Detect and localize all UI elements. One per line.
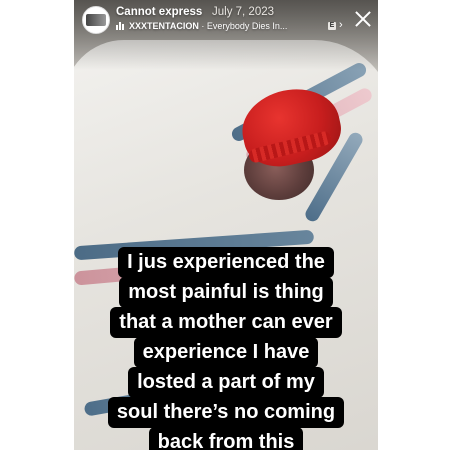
story-date: July 7, 2023 bbox=[212, 6, 275, 18]
avatar-image bbox=[86, 14, 106, 26]
caption-line: soul there’s no coming bbox=[107, 397, 345, 428]
caption-line: most painful is thing bbox=[119, 277, 333, 308]
caption-line: back from this bbox=[148, 427, 304, 450]
song-artist: XXXTENTACION bbox=[129, 21, 199, 31]
story-username[interactable]: Cannot express bbox=[116, 6, 202, 18]
music-bars-icon bbox=[116, 22, 126, 30]
close-icon[interactable] bbox=[354, 10, 372, 28]
story-caption: I jus experienced the most painful is th… bbox=[74, 247, 378, 450]
song-title: Everybody Dies In... bbox=[206, 21, 288, 31]
caption-line: experience I have bbox=[133, 337, 319, 368]
explicit-badge: E bbox=[328, 22, 336, 30]
caption-line: that a mother can ever bbox=[110, 307, 342, 338]
caption-line: losted a part of my bbox=[128, 367, 324, 398]
chevron-right-icon[interactable]: › bbox=[339, 19, 343, 31]
avatar[interactable] bbox=[82, 6, 110, 34]
story-viewer[interactable]: Cannot express July 7, 2023 XXXTENTACION… bbox=[74, 0, 378, 450]
story-song[interactable]: XXXTENTACION · Everybody Dies In... bbox=[129, 21, 287, 31]
caption-line: I jus experienced the bbox=[118, 247, 334, 278]
song-separator: · bbox=[198, 21, 207, 31]
